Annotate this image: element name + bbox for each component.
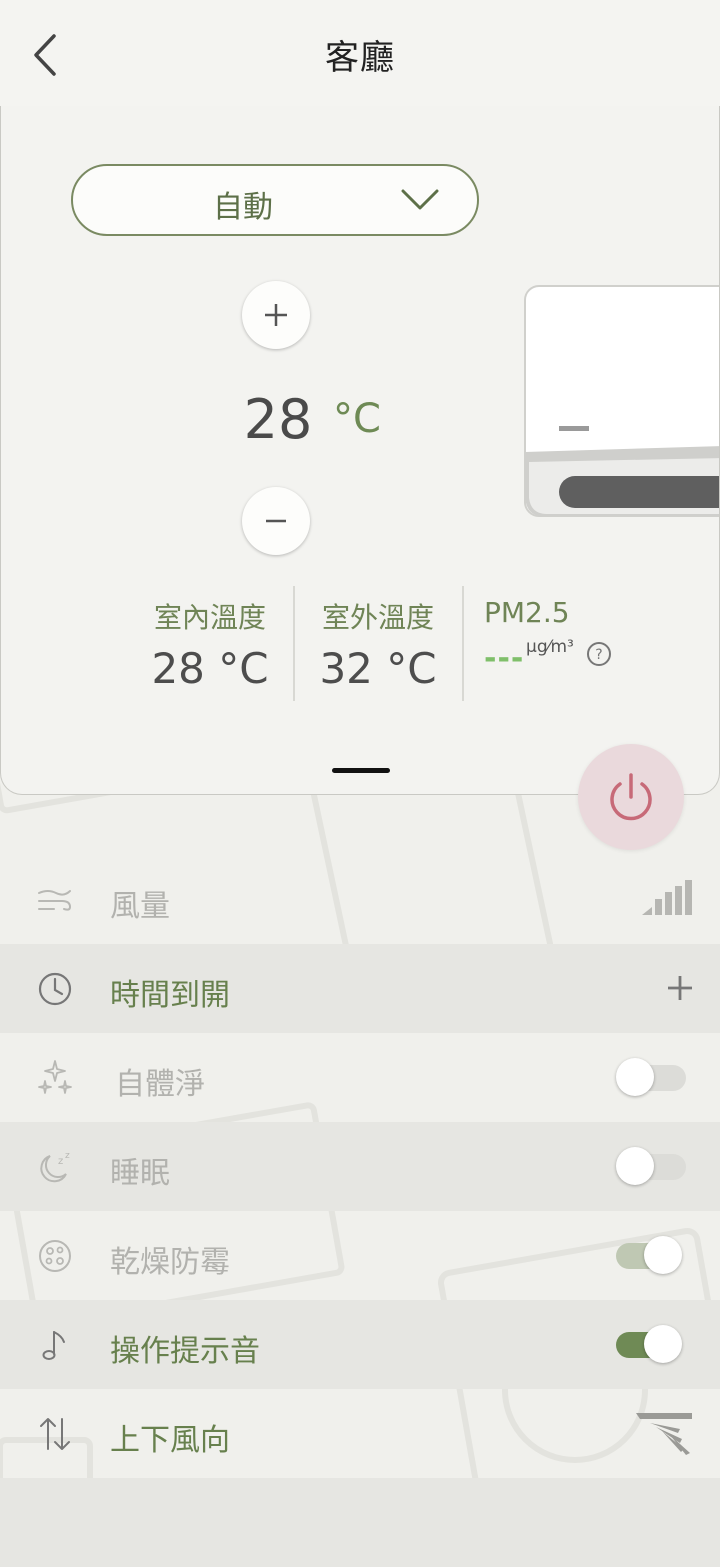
add-timer-button[interactable] xyxy=(666,974,694,1002)
help-icon[interactable]: ? xyxy=(586,641,612,667)
svg-text:?: ? xyxy=(595,647,602,663)
plus-icon xyxy=(265,304,287,326)
toggle-knob xyxy=(644,1325,682,1363)
indoor-temperature-value: 28 °C xyxy=(151,644,269,693)
power-button[interactable] xyxy=(578,744,684,850)
outdoor-temperature: 室外溫度 32 °C xyxy=(294,596,462,693)
setting-label: 自體淨 xyxy=(115,1067,205,1102)
toggle-knob xyxy=(616,1147,654,1185)
setting-row-fan-speed[interactable]: 風量 xyxy=(0,855,720,944)
temperature-increase-button[interactable] xyxy=(242,281,310,349)
divider xyxy=(462,586,464,701)
setting-row-dry-mold[interactable]: 乾燥防霉 xyxy=(0,1211,720,1300)
wind-icon xyxy=(38,890,72,911)
toggle-knob xyxy=(644,1236,682,1274)
sleep-icon: z z xyxy=(40,1151,70,1183)
temperature-decrease-button[interactable] xyxy=(242,487,310,555)
setting-row-sleep[interactable]: z z 睡眠 xyxy=(0,1122,720,1211)
fan-level-icon xyxy=(642,880,692,915)
svg-text:z: z xyxy=(65,1151,70,1161)
beep-sound-toggle[interactable] xyxy=(616,1325,682,1363)
music-note-icon xyxy=(42,1331,65,1360)
mold-icon xyxy=(39,1240,71,1272)
mode-dropdown[interactable]: 自動 xyxy=(71,164,479,236)
pm25-unit: µg⁄m³ xyxy=(526,637,574,657)
set-temperature-value: 28 xyxy=(243,388,313,451)
self-clean-toggle[interactable] xyxy=(616,1058,686,1096)
sleep-toggle[interactable] xyxy=(616,1147,686,1185)
minus-icon xyxy=(266,519,286,523)
setting-label: 時間到開 xyxy=(110,978,230,1013)
setting-row-beep-sound[interactable]: 操作提示音 xyxy=(0,1300,720,1389)
collapse-handle[interactable] xyxy=(332,768,390,773)
setting-row-self-clean[interactable]: 自體淨 xyxy=(0,1033,720,1122)
swing-icon xyxy=(636,1413,692,1455)
outdoor-temperature-value: 32 °C xyxy=(319,644,437,693)
toggle-knob xyxy=(616,1058,654,1096)
up-down-arrows-icon xyxy=(40,1418,70,1450)
setting-row-vertical-swing[interactable]: 上下風向 xyxy=(0,1389,720,1478)
setting-label: 睡眠 xyxy=(110,1156,170,1191)
power-icon xyxy=(610,773,652,821)
app-header: 客廳 xyxy=(0,0,720,106)
setting-label: 乾燥防霉 xyxy=(110,1245,230,1280)
set-temperature-unit: °C xyxy=(333,396,381,442)
indoor-temperature: 室內溫度 28 °C xyxy=(126,596,294,693)
setting-label: 風量 xyxy=(110,889,170,924)
page-title: 客廳 xyxy=(325,38,395,78)
outdoor-temperature-label: 室外溫度 xyxy=(321,601,434,634)
mode-label: 自動 xyxy=(213,190,273,225)
air-conditioner-illustration xyxy=(524,285,719,517)
pm25-value: --- xyxy=(484,641,525,676)
setting-label: 操作提示音 xyxy=(110,1334,260,1369)
indoor-temperature-label: 室內溫度 xyxy=(153,601,266,634)
clock-icon xyxy=(38,972,72,1006)
setting-row-partial[interactable] xyxy=(0,1478,720,1567)
chevron-down-icon xyxy=(401,189,439,210)
pm25-label: PM2.5 xyxy=(484,596,570,629)
setting-row-timer-on[interactable]: 時間到開 xyxy=(0,944,720,1033)
ac-control-card: 自動 28 °C 室內溫度 28 °C 室外溫度 32 °C PM2.5 ---… xyxy=(0,106,720,795)
pm25-reading: PM2.5 --- µg⁄m³ ? xyxy=(484,596,684,683)
sparkle-icon xyxy=(38,1060,72,1094)
dry-mold-toggle[interactable] xyxy=(616,1236,682,1274)
setting-label: 上下風向 xyxy=(110,1423,230,1458)
svg-text:z: z xyxy=(58,1156,63,1167)
